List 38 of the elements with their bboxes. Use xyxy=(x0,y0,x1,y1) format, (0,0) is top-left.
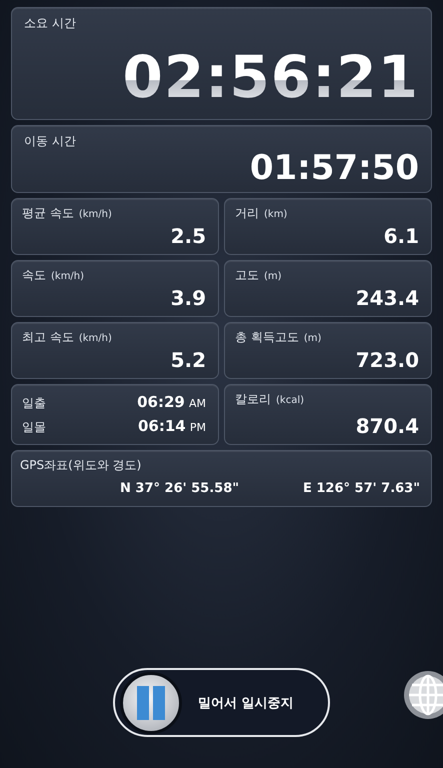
stat-value: 723.0 xyxy=(354,348,419,372)
unit-label: (m) xyxy=(264,271,282,282)
sun-time: 06:29 xyxy=(137,393,185,412)
moving-time-label: 이동 시간 xyxy=(24,133,77,150)
globe-icon[interactable] xyxy=(404,668,443,722)
stat-label: 총 획득고도 xyxy=(235,329,299,346)
unit-label: (m) xyxy=(304,333,322,344)
stat-label: 최고 속도 xyxy=(22,329,74,346)
unit-label: (km) xyxy=(264,209,288,220)
stat-value: 3.9 xyxy=(170,286,206,310)
stat-label: 고도 xyxy=(235,267,259,284)
unit-label: (km/h) xyxy=(78,333,112,344)
stat-value: 5.2 xyxy=(170,348,206,372)
moving-time-value: 01:57:50 xyxy=(248,151,419,185)
longitude-value: E 126° 57' 7.63" xyxy=(302,481,420,496)
stat-label: 평균 속도 xyxy=(22,205,74,222)
stat-value: 243.4 xyxy=(354,286,419,310)
stat-label: 속도 xyxy=(22,267,46,284)
latitude-value: N 37° 26' 55.58" xyxy=(120,481,240,496)
stat-value: 6.1 xyxy=(382,224,419,248)
unit-label: (km/h) xyxy=(78,209,112,220)
stat-label: 거리 xyxy=(235,205,259,222)
am-pm-label: AM xyxy=(188,397,206,410)
pause-slider[interactable]: 밀어서 일시중지 xyxy=(113,668,330,737)
gps-label: GPS좌표(위도와 경도) xyxy=(20,457,142,474)
stat-value: 870.4 xyxy=(354,414,419,438)
sun-label: 일출 xyxy=(22,395,46,412)
slider-label: 밀어서 일시중지 xyxy=(198,694,294,712)
sun-time: 06:14 xyxy=(138,416,186,435)
pause-icon xyxy=(137,686,165,720)
sun-label: 일몰 xyxy=(22,418,46,436)
am-pm-label: PM xyxy=(190,420,206,434)
stat-label: 칼로리 xyxy=(235,391,271,408)
unit-label: (kcal) xyxy=(276,395,304,406)
elapsed-time-label: 소요 시간 xyxy=(24,15,77,32)
stat-value: 2.5 xyxy=(170,224,206,248)
pause-knob[interactable] xyxy=(120,672,182,734)
unit-label: (km/h) xyxy=(51,271,84,282)
